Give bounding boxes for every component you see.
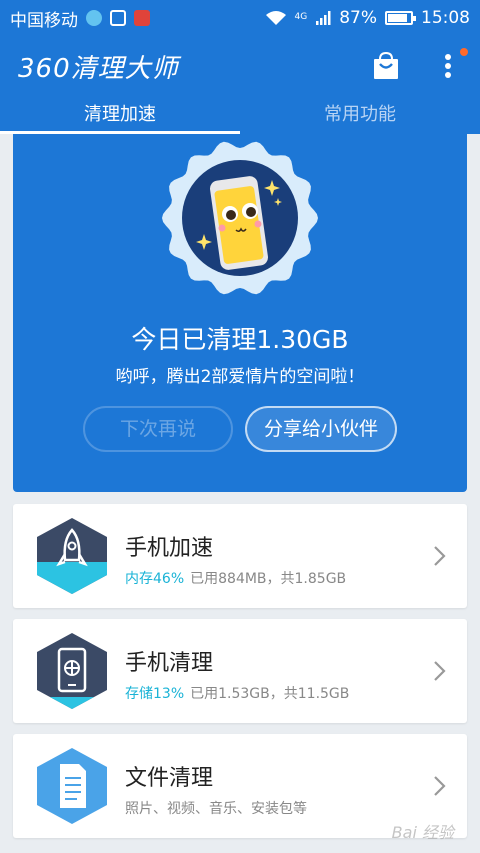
wifi-icon [265, 11, 286, 25]
cleaned-today-title: 今日已清理1.30GB [131, 325, 349, 354]
shopping-bag-icon [374, 52, 398, 79]
card-meta: 存储13% 已用1.53GB，共11.5GB [125, 683, 349, 703]
memory-usage-percent: 内存46% [125, 571, 185, 587]
shop-button[interactable] [372, 52, 400, 80]
cleaned-subtitle: 哟呼，腾出2部爱情片的空间啦！ [115, 367, 365, 387]
chevron-right-icon [434, 661, 446, 681]
phone-clean-card[interactable]: 手机清理 存储13% 已用1.53GB，共11.5GB [13, 619, 467, 723]
clean-result-panel: 今日已清理1.30GB 哟呼，腾出2部爱情片的空间啦！ 下次再说 分享给小伙伴 [13, 134, 467, 492]
share-button[interactable]: 分享给小伙伴 [245, 406, 397, 452]
memory-usage-detail: 已用884MB，共1.85GB [190, 571, 347, 587]
card-title: 文件清理 [125, 766, 214, 791]
network-type: 4G [294, 12, 308, 22]
chevron-right-icon [434, 776, 446, 796]
mascot-phone-badge [162, 141, 318, 295]
battery-icon [385, 11, 416, 25]
card-meta: 内存46% 已用884MB，共1.85GB [125, 568, 346, 588]
battery-percent: 87% [339, 8, 377, 28]
app-title: 360清理大师 [18, 53, 179, 84]
phone-fan-icon [37, 633, 107, 709]
baidu-watermark: Bai 经验 [391, 823, 454, 842]
tab-common-functions[interactable]: 常用功能 [240, 96, 480, 134]
notification-badge [460, 48, 468, 56]
chevron-right-icon [434, 546, 446, 566]
file-types-detail: 照片、视频、音乐、安装包等 [125, 801, 307, 817]
tab-clean-speedup[interactable]: 清理加速 [0, 96, 240, 134]
storage-usage-percent: 存储13% [125, 686, 185, 702]
card-meta: 照片、视频、音乐、安装包等 [125, 798, 307, 818]
gallery-notification-icon [110, 10, 126, 26]
tab-bar: 清理加速 常用功能 [0, 96, 480, 134]
storage-usage-detail: 已用1.53GB，共11.5GB [190, 686, 350, 702]
status-bar: 中国移动 4G 87% 15:08 [0, 0, 480, 36]
later-button[interactable]: 下次再说 [83, 406, 233, 452]
app-bar: 360清理大师 [0, 36, 480, 96]
document-icon [37, 748, 107, 824]
card-title: 手机清理 [125, 651, 214, 676]
app-notification-icon [134, 10, 150, 26]
signal-icon [316, 11, 331, 25]
rocket-icon [37, 518, 107, 594]
card-title: 手机加速 [125, 536, 214, 561]
carrier-label: 中国移动 [10, 10, 78, 31]
more-vertical-icon [445, 54, 451, 78]
phone-speedup-card[interactable]: 手机加速 内存46% 已用884MB，共1.85GB [13, 504, 467, 608]
clock: 15:08 [421, 8, 470, 28]
more-menu-button[interactable] [434, 48, 468, 80]
browser-notification-icon [86, 10, 102, 26]
